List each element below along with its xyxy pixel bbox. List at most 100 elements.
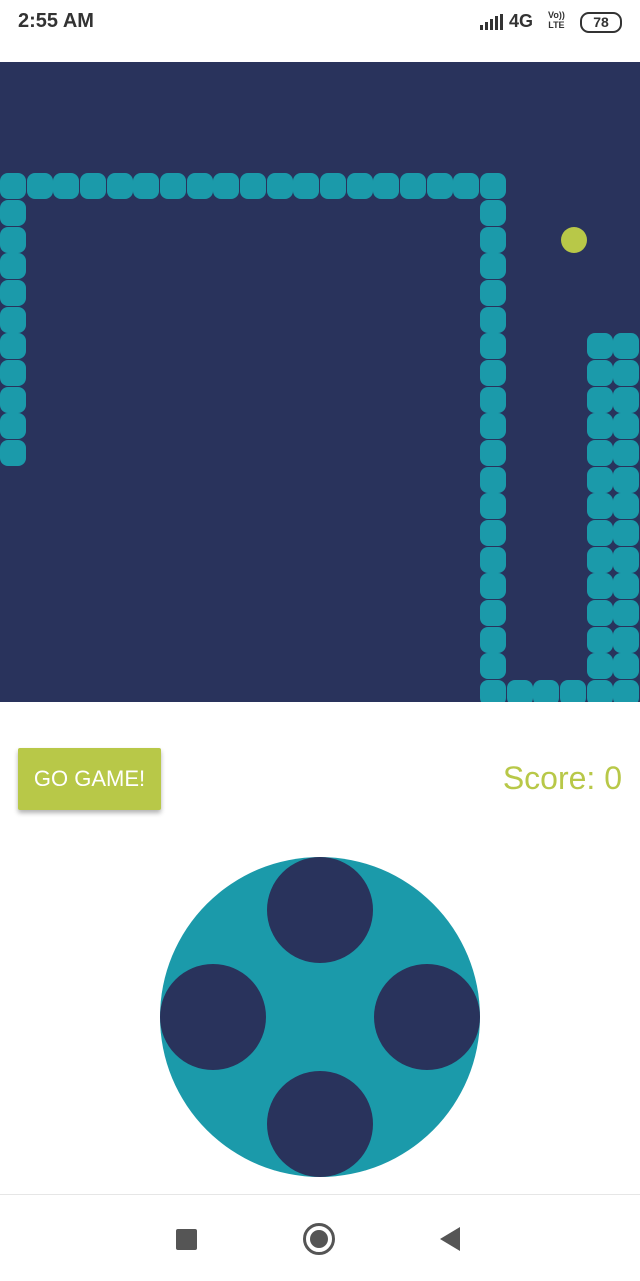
snake-segment: [0, 227, 26, 253]
food-dot: [561, 227, 587, 253]
snake-segment: [613, 493, 639, 519]
snake-segment: [213, 173, 239, 199]
snake-segment: [480, 493, 506, 519]
snake-segment: [480, 360, 506, 386]
snake-segment: [587, 387, 613, 413]
snake-segment: [480, 333, 506, 359]
snake-segment: [480, 280, 506, 306]
snake-segment: [587, 493, 613, 519]
snake-segment: [587, 440, 613, 466]
snake-segment: [453, 173, 479, 199]
snake-segment: [80, 173, 106, 199]
snake-segment: [427, 173, 453, 199]
volte-line1: Vo)): [548, 10, 565, 20]
snake-segment: [53, 173, 79, 199]
dpad-down-button[interactable]: [267, 1071, 373, 1177]
snake-segment: [480, 600, 506, 626]
snake-segment: [480, 440, 506, 466]
snake-segment: [480, 173, 506, 199]
recent-apps-icon[interactable]: [176, 1229, 197, 1250]
snake-segment: [480, 680, 506, 702]
snake-segment: [0, 387, 26, 413]
snake-segment: [0, 307, 26, 333]
status-bar: 2:55 AM 4G Vo)) LTE 78: [0, 0, 640, 62]
snake-segment: [613, 440, 639, 466]
snake-segment: [587, 360, 613, 386]
signal-strength-icon: [480, 14, 506, 30]
volte-line2: LTE: [548, 20, 565, 30]
snake-segment: [480, 520, 506, 546]
snake-segment: [0, 200, 26, 226]
snake-segment: [480, 227, 506, 253]
snake-segment: [587, 520, 613, 546]
snake-segment: [480, 307, 506, 333]
snake-segment: [320, 173, 346, 199]
snake-segment: [0, 333, 26, 359]
snake-segment: [613, 600, 639, 626]
snake-segment: [613, 653, 639, 679]
snake-segment: [187, 173, 213, 199]
snake-segment: [613, 680, 639, 702]
snake-segment: [480, 387, 506, 413]
dpad-left-button[interactable]: [160, 964, 266, 1070]
snake-segment: [587, 600, 613, 626]
snake-segment: [613, 520, 639, 546]
snake-segment: [480, 413, 506, 439]
dpad-right-button[interactable]: [374, 964, 480, 1070]
snake-segment: [613, 627, 639, 653]
snake-segment: [613, 413, 639, 439]
snake-segment: [613, 547, 639, 573]
direction-pad: [160, 857, 480, 1177]
snake-segment: [480, 467, 506, 493]
dpad-up-button[interactable]: [267, 857, 373, 963]
network-type: 4G: [509, 11, 534, 31]
snake-segment: [133, 173, 159, 199]
snake-segment: [480, 653, 506, 679]
snake-segment: [613, 333, 639, 359]
snake-segment: [0, 173, 26, 199]
snake-segment: [587, 573, 613, 599]
snake-segment: [480, 547, 506, 573]
go-game-button[interactable]: GO GAME!: [18, 748, 161, 810]
snake-segment: [107, 173, 133, 199]
battery-icon: 78: [580, 12, 622, 33]
snake-segment: [587, 653, 613, 679]
snake-segment: [0, 360, 26, 386]
snake-segment: [613, 387, 639, 413]
snake-segment: [240, 173, 266, 199]
back-icon[interactable]: [440, 1227, 460, 1251]
snake-segment: [0, 280, 26, 306]
snake-segment: [400, 173, 426, 199]
snake-segment: [0, 253, 26, 279]
snake-segment: [0, 413, 26, 439]
snake-segment: [587, 627, 613, 653]
snake-segment: [587, 467, 613, 493]
snake-segment: [587, 680, 613, 702]
snake-segment: [480, 627, 506, 653]
game-board: [0, 62, 640, 702]
score-label: Score: 0: [502, 760, 622, 796]
snake-segment: [480, 200, 506, 226]
snake-segment: [587, 547, 613, 573]
snake-segment: [613, 573, 639, 599]
snake-segment: [480, 573, 506, 599]
snake-segment: [27, 173, 53, 199]
snake-segment: [560, 680, 586, 702]
snake-segment: [267, 173, 293, 199]
status-time: 2:55 AM: [18, 10, 94, 32]
snake-segment: [480, 253, 506, 279]
snake-segment: [160, 173, 186, 199]
snake-segment: [507, 680, 533, 702]
snake-segment: [533, 680, 559, 702]
system-nav-bar: [0, 1194, 640, 1281]
volte-icon: Vo)) LTE: [548, 10, 565, 30]
snake-segment: [587, 413, 613, 439]
snake-segment: [587, 333, 613, 359]
home-icon[interactable]: [303, 1223, 335, 1255]
snake-segment: [613, 360, 639, 386]
snake-segment: [373, 173, 399, 199]
snake-segment: [0, 440, 26, 466]
snake-segment: [347, 173, 373, 199]
snake-segment: [613, 467, 639, 493]
snake-segment: [293, 173, 319, 199]
